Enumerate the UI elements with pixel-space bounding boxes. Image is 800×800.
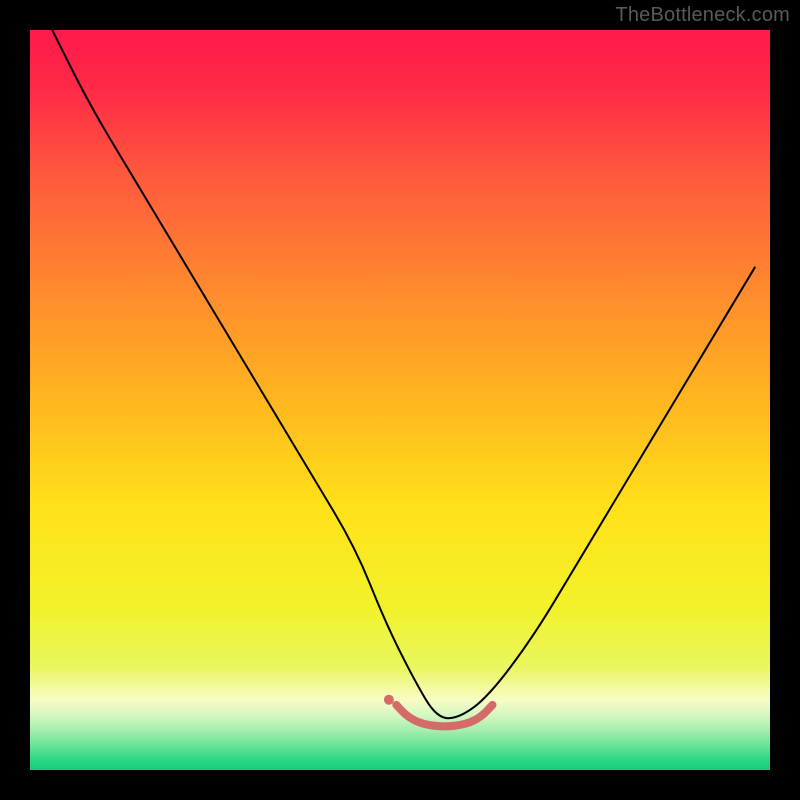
gradient-background: [30, 30, 770, 770]
watermark-text: TheBottleneck.com: [615, 4, 790, 27]
chart-frame: TheBottleneck.com: [0, 0, 800, 800]
bottleneck-chart: [0, 0, 800, 800]
fit-marker-dot: [384, 695, 394, 705]
